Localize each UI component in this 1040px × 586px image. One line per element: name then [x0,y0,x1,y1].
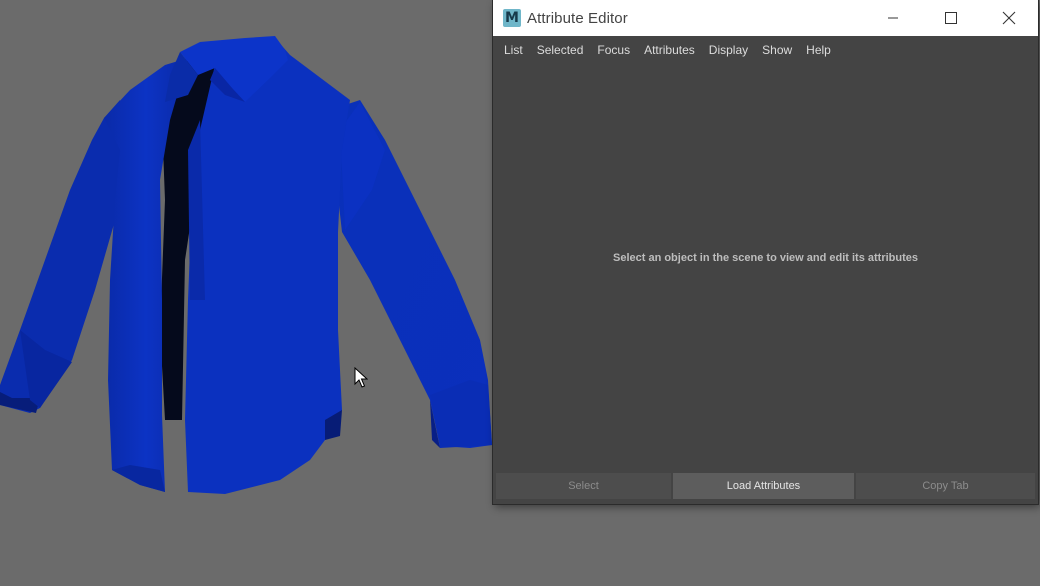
attribute-panel: Select an object in the scene to view an… [493,64,1038,470]
menu-bar: List Selected Focus Attributes Display S… [493,36,1038,64]
menu-show[interactable]: Show [755,36,799,64]
menu-focus[interactable]: Focus [590,36,637,64]
close-button[interactable] [980,0,1038,36]
close-icon [1002,11,1016,25]
copy-tab-button[interactable]: Copy Tab [856,473,1035,499]
menu-display[interactable]: Display [702,36,755,64]
menu-help[interactable]: Help [799,36,838,64]
attribute-editor-window[interactable]: M Attribute Editor List Selected Focus A… [493,0,1038,504]
menu-selected[interactable]: Selected [530,36,591,64]
maximize-icon [945,12,957,24]
load-attributes-button[interactable]: Load Attributes [673,473,854,499]
maximize-button[interactable] [922,0,980,36]
empty-state-message: Select an object in the scene to view an… [612,252,919,264]
window-title: Attribute Editor [527,9,628,27]
minimize-icon [887,12,899,24]
menu-attributes[interactable]: Attributes [637,36,702,64]
bottom-button-bar: Select Load Attributes Copy Tab [496,473,1035,499]
select-button[interactable]: Select [496,473,671,499]
minimize-button[interactable] [864,0,922,36]
menu-list[interactable]: List [497,36,530,64]
title-bar[interactable]: M Attribute Editor [493,0,1038,36]
maya-app-icon: M [503,9,521,27]
mouse-cursor-icon [354,367,368,388]
